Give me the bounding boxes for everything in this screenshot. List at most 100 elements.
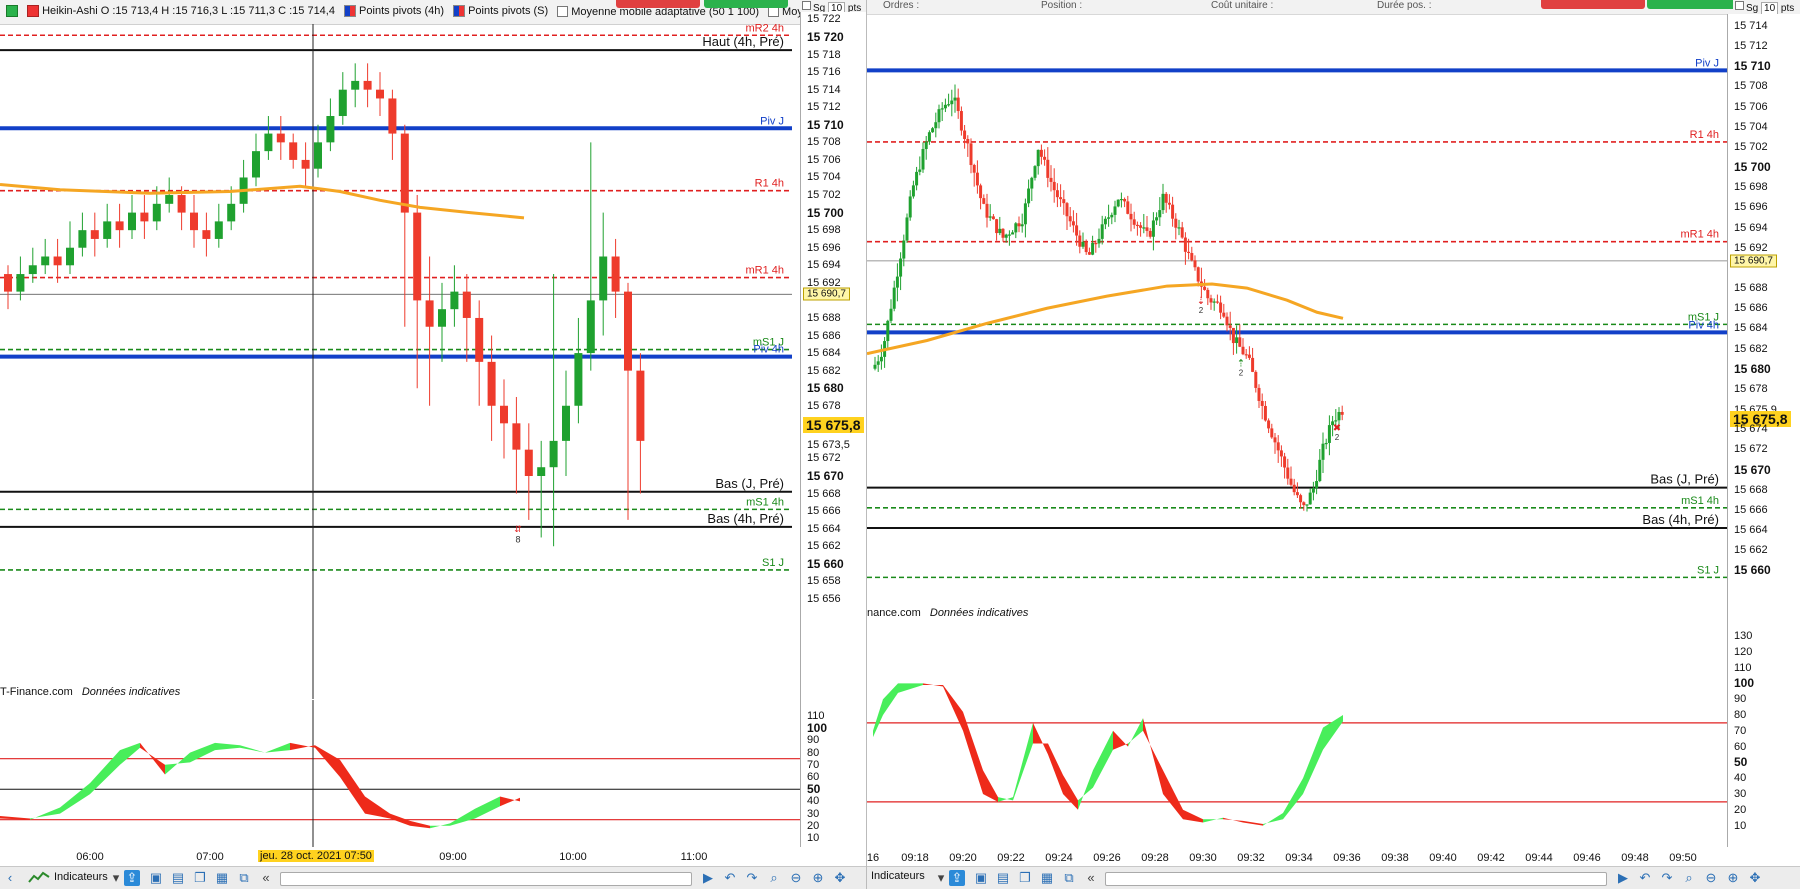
price-tick: 15 672 <box>1734 443 1768 456</box>
right-sell-button[interactable] <box>1541 0 1645 9</box>
candle-body <box>1260 400 1264 406</box>
candle-body <box>1340 411 1344 415</box>
right-rewind-icon[interactable]: « <box>1083 870 1099 886</box>
right-export-icon[interactable]: ⧉ <box>1061 870 1077 886</box>
price-tick: 15 660 <box>1734 563 1771 578</box>
right-zoom-fit-icon[interactable]: ⌕ <box>1681 870 1697 886</box>
candle-body <box>202 230 211 239</box>
zoom-in-icon[interactable]: ⊕ <box>810 870 826 886</box>
level-label: Bas (4h, Pré) <box>707 511 784 526</box>
candle-body <box>1308 492 1312 505</box>
right-crosshair-icon[interactable]: ✥ <box>1747 870 1763 886</box>
right-sg-pts: Sg 10 pts <box>1733 0 1800 15</box>
right-zoom-in-icon[interactable]: ⊕ <box>1725 870 1741 886</box>
candle-body <box>1119 199 1123 201</box>
left-sg-pts: Sg 10 pts <box>800 0 866 15</box>
oscillator-fill <box>430 823 450 829</box>
left-price-chart[interactable]: mR2 4hHaut (4h, Pré) Piv J R1 4h mR1 4h mS1 … <box>0 24 800 699</box>
zoom-out-icon[interactable]: ⊖ <box>788 870 804 886</box>
layout-icon[interactable]: ▤ <box>170 870 186 886</box>
candle-body <box>1212 301 1216 303</box>
share-icon[interactable]: ⇪ <box>124 870 140 886</box>
add-indicator-icon[interactable] <box>6 5 18 17</box>
price-tick: 15 666 <box>807 505 841 518</box>
right-zoom-out-icon[interactable]: ⊖ <box>1703 870 1719 886</box>
oscillator-fill <box>1113 730 1128 750</box>
candle-body <box>1225 316 1229 326</box>
buy-button[interactable] <box>704 0 788 8</box>
right-chart-pane[interactable]: Ordres : Position : Coût unitaire : Duré… <box>866 0 1800 889</box>
candle-body <box>152 203 161 222</box>
osc-tick: 20 <box>1734 803 1747 816</box>
indicators-button[interactable]: Indicateurs <box>28 870 108 884</box>
right-save-icon[interactable]: ▣ <box>973 870 989 886</box>
candle-body <box>905 217 909 241</box>
time-label: 09:24 <box>1045 852 1073 864</box>
level-label: Piv 4h <box>753 344 784 356</box>
candle-body <box>899 258 903 277</box>
right-oscillator-chart[interactable] <box>867 626 1727 847</box>
zoom-fit-icon[interactable]: ⌕ <box>766 870 782 886</box>
legend-pivots-s[interactable]: Points pivots (S) <box>453 5 548 17</box>
left-time-scrollbar[interactable] <box>280 872 692 886</box>
candle-body <box>314 142 322 169</box>
candle-body <box>512 423 521 450</box>
right-window-icon[interactable]: ❐ <box>1017 870 1033 886</box>
redo-icon[interactable]: ↷ <box>744 870 760 886</box>
right-price-axis[interactable]: 15 714 15 712 15 710 15 708 15 706 15 704 15 7… <box>1727 14 1800 626</box>
candle-body <box>1219 302 1223 313</box>
time-label: 09:50 <box>1669 852 1697 864</box>
window-icon[interactable]: ❐ <box>192 870 208 886</box>
candle-body <box>972 165 976 173</box>
right-indicators-dropdown-icon[interactable]: ▾ <box>933 870 949 886</box>
candle-body <box>1276 442 1280 451</box>
candle-body <box>979 185 983 199</box>
rewind-icon[interactable]: « <box>258 870 274 886</box>
price-tick: 15 712 <box>1734 40 1768 53</box>
osc-tick: 80 <box>807 746 820 759</box>
candle-body <box>1075 225 1079 236</box>
grid-icon[interactable]: ▦ <box>214 870 230 886</box>
candle-body <box>1014 223 1018 233</box>
price-tick: 15 682 <box>1734 342 1768 355</box>
left-oscillator-chart[interactable] <box>0 700 800 847</box>
right-layout-icon[interactable]: ▤ <box>995 870 1011 886</box>
right-scroll-end-icon[interactable]: ▶ <box>1615 870 1631 886</box>
right-time-scrollbar[interactable] <box>1105 872 1607 886</box>
right-osc-axis[interactable]: 130 120 110 100 90 80 70 60 50 40 30 20 10 <box>1727 626 1800 847</box>
right-sg-checkbox[interactable] <box>1735 1 1744 10</box>
candle-body <box>1167 202 1171 205</box>
candle-body <box>1004 234 1008 238</box>
legend-heikin-ashi[interactable]: Heikin-Ashi O :15 713,4 H :15 716,3 L :1… <box>27 5 335 17</box>
sell-button[interactable] <box>616 0 700 8</box>
right-redo-icon[interactable]: ↷ <box>1659 870 1675 886</box>
sg-checkbox[interactable] <box>802 1 811 10</box>
candle-body <box>1126 201 1130 214</box>
save-icon[interactable]: ▣ <box>148 870 164 886</box>
right-share-icon[interactable]: ⇪ <box>949 870 965 886</box>
undo-icon[interactable]: ↶ <box>722 870 738 886</box>
left-chart-pane[interactable]: Heikin-Ashi O :15 713,4 H :15 716,3 L :1… <box>0 0 866 889</box>
price-tick: 15 708 <box>807 136 841 149</box>
scroll-end-icon[interactable]: ▶ <box>700 870 716 886</box>
price-tick: 15 716 <box>807 66 841 79</box>
right-undo-icon[interactable]: ↶ <box>1637 870 1653 886</box>
left-osc-axis[interactable]: 110 100 90 80 70 60 50 40 30 20 10 <box>800 700 866 847</box>
candle-body <box>947 104 951 106</box>
candle-body <box>1215 301 1219 303</box>
candle-body <box>1017 223 1021 227</box>
right-price-chart[interactable]: Piv JR1 4hmR1 4hmS1 JPiv 4hBas (J, Pré)m… <box>867 14 1727 619</box>
scroll-left-icon[interactable]: ‹ <box>2 870 18 886</box>
candle-body <box>959 111 963 131</box>
right-grid-icon[interactable]: ▦ <box>1039 870 1055 886</box>
mma-checkbox[interactable] <box>557 6 569 17</box>
left-price-axis[interactable]: 15 722 15 720 15 718 15 716 15 714 15 712 15 7… <box>800 12 866 700</box>
candle-body <box>937 109 941 123</box>
candle-body <box>1177 227 1181 229</box>
export-icon[interactable]: ⧉ <box>236 870 252 886</box>
indicators-dropdown-icon[interactable]: ▾ <box>108 870 124 886</box>
right-indicators-button[interactable]: Indicateurs <box>871 870 925 882</box>
crosshair-icon[interactable]: ✥ <box>832 870 848 886</box>
candle-body <box>574 353 583 406</box>
legend-pivots-4h[interactable]: Points pivots (4h) <box>344 5 444 17</box>
